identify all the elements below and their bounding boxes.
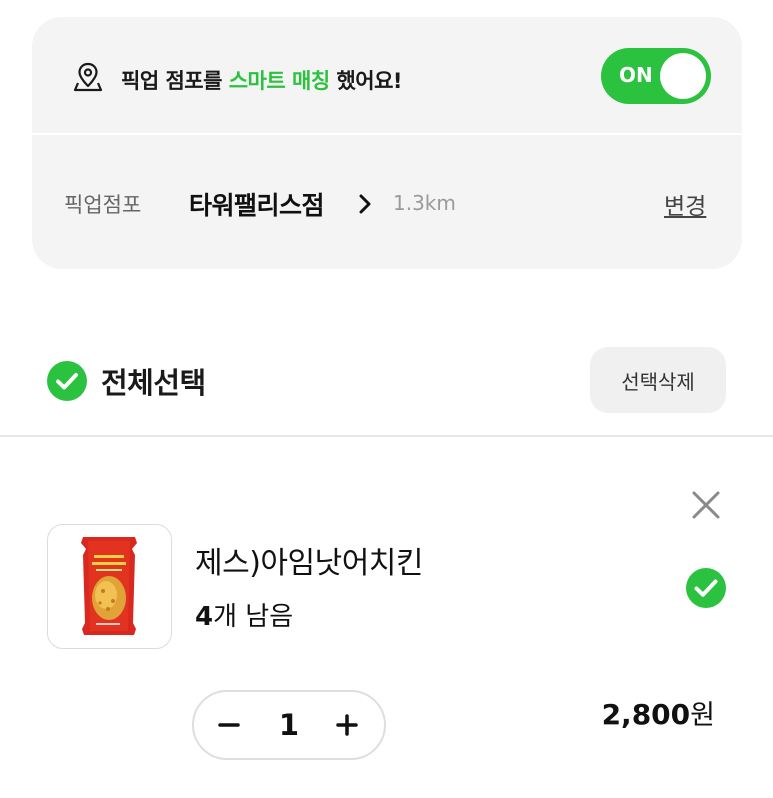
toggle-label: ON: [619, 63, 653, 87]
pickup-store-name[interactable]: 타워팰리스점: [189, 186, 325, 222]
toggle-knob: [660, 53, 706, 99]
item-price: 2,800원: [602, 693, 715, 732]
smart-match-suffix: 했어요!: [329, 69, 403, 93]
price-amount: 2,800: [601, 698, 691, 731]
smart-match-banner: 픽업 점포를 스마트 매칭 했어요! ON: [32, 17, 742, 133]
stock-suffix: 개 남음: [213, 602, 294, 632]
pickup-store-card: 픽업 점포를 스마트 매칭 했어요! ON 픽업점포 타워팰리스점 1.3km …: [32, 17, 742, 269]
change-store-link[interactable]: 변경: [664, 187, 706, 221]
product-thumbnail[interactable]: [47, 524, 172, 649]
stock-remaining: 4개 남음: [195, 596, 293, 633]
check-circle-icon[interactable]: [685, 567, 727, 609]
check-circle-icon[interactable]: [47, 361, 87, 401]
product-name[interactable]: 제스)아임낫어치킨: [195, 538, 424, 582]
store-distance: 1.3km: [393, 191, 456, 215]
price-currency: 원: [690, 700, 715, 731]
delete-selected-button[interactable]: 선택삭제: [590, 347, 726, 413]
select-all-label[interactable]: 전체선택: [101, 360, 206, 402]
map-pin-icon: [73, 62, 103, 92]
stock-count: 4: [195, 602, 214, 632]
plus-icon[interactable]: [332, 709, 362, 741]
smart-match-toggle[interactable]: ON: [601, 48, 711, 104]
smart-match-message: 픽업 점포를 스마트 매칭 했어요!: [121, 65, 403, 95]
close-icon[interactable]: [689, 488, 723, 522]
smart-match-prefix: 픽업 점포를: [121, 69, 229, 93]
product-package-image: [81, 537, 137, 635]
quantity-stepper: 1: [192, 690, 386, 760]
pickup-store-label: 픽업점포: [64, 193, 142, 217]
chevron-right-icon[interactable]: [358, 194, 372, 214]
section-divider: [0, 435, 773, 437]
card-divider: [32, 133, 742, 135]
smart-match-highlight: 스마트 매칭: [228, 69, 330, 93]
